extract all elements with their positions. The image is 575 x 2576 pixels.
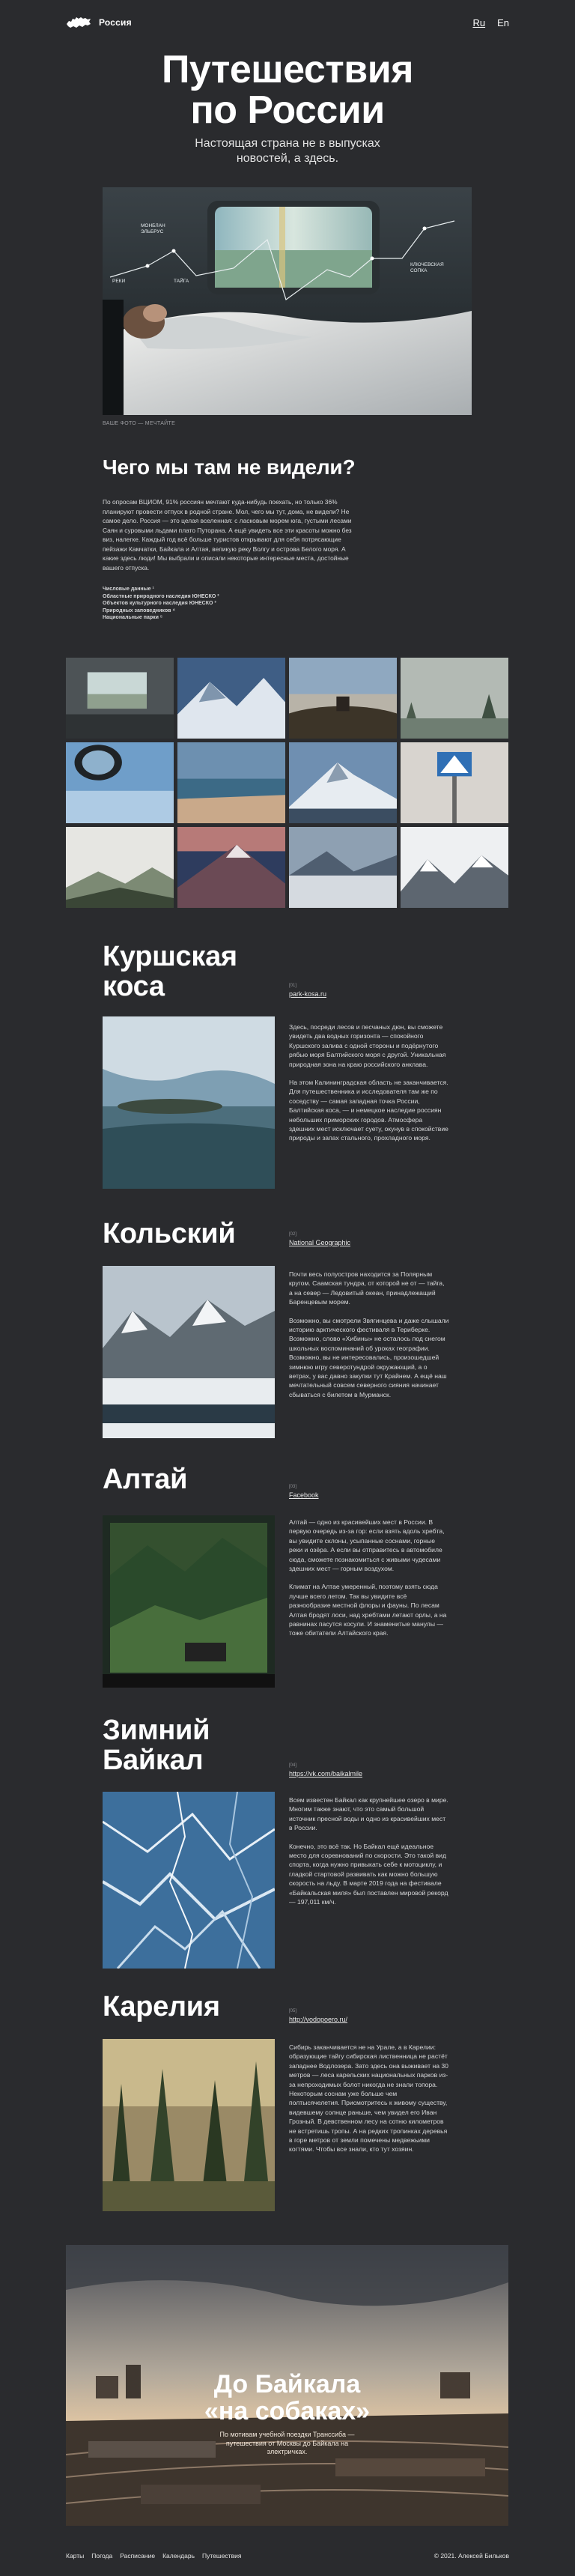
- dest-text-karelia: Сибирь заканчивается не на Урале, а в Ка…: [289, 2043, 449, 2163]
- language-switcher: Ru En: [472, 17, 509, 28]
- title-line-2: по России: [190, 88, 385, 132]
- dest-paragraph: Почти весь полуостров находится за Поляр…: [289, 1270, 445, 1306]
- photo-tile-snowy-ridge[interactable]: [177, 658, 285, 739]
- page-title: Путешествия по России: [0, 49, 575, 130]
- dest-number: [02]: [289, 1232, 297, 1237]
- promo-title-line: «на собаках»: [204, 2397, 371, 2425]
- dest-paragraph: Климат на Алтае умеренный, поэтому взять…: [289, 1583, 447, 1637]
- photo-tile-volcano[interactable]: [289, 742, 397, 823]
- copyright: © 2021. Алексей Бильков: [433, 2552, 509, 2560]
- dest-title-line: Карелия: [103, 1991, 220, 2022]
- brand-logo-link[interactable]: Россия: [66, 15, 132, 30]
- chart-label-montblanc: МОНБЛАН: [141, 223, 165, 228]
- photo-tile-snow-mountains[interactable]: [401, 827, 508, 908]
- footer-link-calendar[interactable]: Календарь: [162, 2552, 195, 2560]
- promo-subtitle: По мотивам учебной поездки Транссиба — п…: [219, 2431, 355, 2455]
- chart-label-rivers: РЕКИ: [112, 279, 126, 284]
- chart-label-taiga: ТАЙГА: [174, 279, 189, 284]
- photo-tile-road-sign[interactable]: [401, 742, 508, 823]
- chart-label-klyuchevskaya: КЛЮЧЕВСКАЯ: [410, 262, 444, 267]
- note-item: Объектов культурного наследия ЮНЕСКО ³: [103, 601, 216, 607]
- photo-tile-misty-hills[interactable]: [66, 827, 174, 908]
- footer-link-schedule[interactable]: Расписание: [120, 2552, 155, 2560]
- dest-photo-karelia: [103, 2039, 275, 2211]
- promo-title-line: До Байкала: [213, 2370, 361, 2398]
- promo-title: До Байкала «на собаках»: [66, 2371, 508, 2425]
- dest-text-altai: Алтай — одно из красивейших мест в Росси…: [289, 1518, 449, 1647]
- dest-paragraph: Возможно, вы смотрели Звягинцева и даже …: [289, 1316, 449, 1398]
- russia-map-icon: [67, 17, 91, 28]
- promo-baikal-banner[interactable]: До Байкала «на собаках» По мотивам учебн…: [66, 2245, 508, 2526]
- dest-text-winter-baikal: Всем известен Байкал как крупнейшее озер…: [289, 1795, 449, 1915]
- photo-tile-sea-beach[interactable]: [177, 742, 285, 823]
- footer-nav: Карты Погода Расписание Календарь Путеше…: [66, 2552, 241, 2560]
- photo-grid: [66, 658, 508, 908]
- dest-paragraph: Конечно, это всё так. Но Байкал ещё идеа…: [289, 1842, 448, 1906]
- chart-label-sopka: СОПКА: [410, 268, 428, 273]
- dest-number: [01]: [289, 984, 297, 988]
- dest-photo-altai: [103, 1515, 275, 1688]
- dest-source-link[interactable]: http://vodopoero.ru/: [289, 2016, 347, 2023]
- dest-photo-kola: [103, 1266, 275, 1438]
- dest-title-line: Зимний: [103, 1715, 210, 1746]
- brand-name: Россия: [99, 17, 132, 28]
- dest-paragraph: Сибирь заканчивается не на Урале, а в Ка…: [289, 2043, 448, 2154]
- dest-title-line: Куршская: [103, 941, 237, 972]
- intro-text: По опросам ВЦИОМ, 91% россиян мечтают ку…: [103, 498, 352, 572]
- dest-title-altai: Алтай: [103, 1464, 187, 1494]
- dest-number: [03]: [289, 1485, 297, 1489]
- dest-paragraph: Алтай — одно из красивейших мест в Росси…: [289, 1518, 445, 1573]
- dest-source-link[interactable]: https://vk.com/baikalmile: [289, 1770, 362, 1778]
- chart-label-elbrus: ЭЛЬБРУС: [141, 229, 164, 234]
- photo-tile-train-window[interactable]: [66, 658, 174, 739]
- dest-title-karelia: Карелия: [103, 1992, 220, 2022]
- dest-paragraph: Всем известен Байкал как крупнейшее озер…: [289, 1796, 448, 1832]
- footer-link-travel[interactable]: Путешествия: [202, 2552, 241, 2560]
- dest-title-kola: Кольский: [103, 1218, 236, 1249]
- dest-source-link[interactable]: National Geographic: [289, 1239, 350, 1246]
- dest-paragraph: На этом Калининградская область не закан…: [289, 1079, 448, 1142]
- photo-caption: ВАШЕ ФОТО — МЕЧТАЙТЕ: [103, 421, 176, 426]
- dest-title-winter-baikal: Зимний Байкал: [103, 1715, 210, 1775]
- dest-title-curonian-spit: Куршская коса: [103, 942, 237, 1001]
- note-item: Национальные парки ⁵: [103, 615, 163, 621]
- lang-ru-link[interactable]: Ru: [472, 17, 485, 28]
- dest-source-link[interactable]: park-kosa.ru: [289, 990, 326, 998]
- page-subtitle: Настоящая страна не в выпусках новостей,…: [195, 137, 380, 165]
- dest-number: [05]: [289, 2009, 297, 2013]
- photo-tile-dog-sunset[interactable]: [289, 658, 397, 739]
- site-header: Россия Ru En: [66, 12, 509, 33]
- photo-tile-fog-forest[interactable]: [401, 658, 508, 739]
- dest-number: [04]: [289, 1763, 297, 1768]
- dest-paragraph: Здесь, посреди лесов и песчаных дюн, вы …: [289, 1023, 446, 1068]
- hero-train-window-photo: [103, 187, 472, 415]
- dest-title-line: Алтай: [103, 1464, 188, 1495]
- lang-en-link[interactable]: En: [497, 17, 509, 28]
- title-line-1: Путешествия: [161, 48, 414, 91]
- dest-text-kola: Почти весь полуостров находится за Поляр…: [289, 1270, 449, 1408]
- dest-photo-winter-baikal: [103, 1792, 275, 1969]
- footer-link-weather[interactable]: Погода: [91, 2552, 112, 2560]
- photo-tile-pink-volcano[interactable]: [177, 827, 285, 908]
- intro-notes: Числовые данные ¹ Областные природного н…: [103, 586, 357, 622]
- dest-title-line: коса: [103, 971, 165, 1002]
- photo-tile-cloudy-peaks[interactable]: [289, 827, 397, 908]
- photo-tile-car-mirror-ice[interactable]: [66, 742, 174, 823]
- dest-source-link[interactable]: Facebook: [289, 1491, 319, 1499]
- site-footer: Карты Погода Расписание Календарь Путеше…: [66, 2552, 509, 2560]
- note-item: Числовые данные ¹: [103, 587, 154, 592]
- dest-title-line: Байкал: [103, 1745, 204, 1776]
- dest-photo-curonian-spit: [103, 1016, 275, 1189]
- intro-heading: Чего мы там не видели?: [103, 455, 356, 479]
- dest-title-line: Кольский: [103, 1218, 236, 1249]
- note-item: Областные природного наследия ЮНЕСКО ²: [103, 593, 219, 599]
- note-item: Природных заповедников ⁴: [103, 607, 175, 613]
- dest-text-curonian-spit: Здесь, посреди лесов и песчаных дюн, вы …: [289, 1022, 449, 1152]
- footer-link-maps[interactable]: Карты: [66, 2552, 84, 2560]
